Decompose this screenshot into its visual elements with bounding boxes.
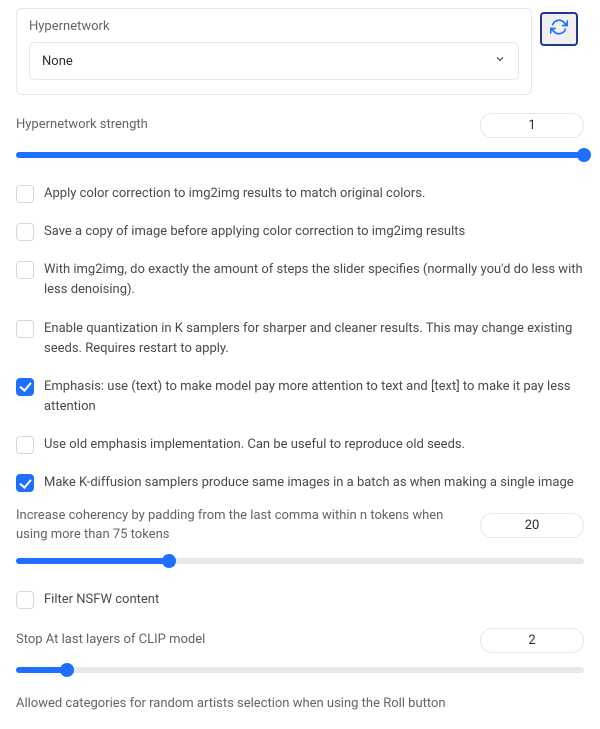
clip-stop-slider[interactable]	[16, 663, 584, 677]
slider-thumb[interactable]	[577, 148, 591, 162]
cb-save-copy[interactable]	[16, 223, 34, 241]
cb-color-correction[interactable]	[16, 185, 34, 203]
coherency-group: Increase coherency by padding from the l…	[16, 507, 584, 567]
cb-save-copy-row: Save a copy of image before applying col…	[16, 222, 584, 242]
slider-thumb[interactable]	[162, 554, 176, 568]
cb-exact-steps-label: With img2img, do exactly the amount of s…	[44, 260, 584, 300]
cb-quantization-label: Enable quantization in K samplers for sh…	[44, 319, 584, 359]
cb-batch-same-row: Make K-diffusion samplers produce same i…	[16, 473, 584, 493]
hypernetwork-card-wrap: Hypernetwork None	[16, 8, 532, 95]
cb-emphasis-label: Emphasis: use (text) to make model pay m…	[44, 377, 584, 417]
allowed-categories-label: Allowed categories for random artists se…	[16, 695, 584, 713]
cb-quantization[interactable]	[16, 320, 34, 338]
slider-rail	[16, 667, 584, 673]
cb-emphasis-row: Emphasis: use (text) to make model pay m…	[16, 377, 584, 417]
cb-nsfw[interactable]	[16, 591, 34, 609]
cb-emphasis[interactable]	[16, 378, 34, 396]
slider-thumb[interactable]	[60, 663, 74, 677]
coherency-slider[interactable]	[16, 554, 584, 568]
clip-stop-value-input[interactable]: 2	[480, 628, 584, 653]
cb-exact-steps[interactable]	[16, 261, 34, 279]
strength-label: Hypernetwork strength	[16, 116, 160, 134]
hypernetwork-card: Hypernetwork None	[16, 8, 532, 95]
strength-value-input[interactable]: 1	[480, 113, 584, 138]
cb-color-correction-label: Apply color correction to img2img result…	[44, 184, 425, 204]
coherency-label: Increase coherency by padding from the l…	[16, 507, 480, 543]
cb-color-correction-row: Apply color correction to img2img result…	[16, 184, 584, 204]
cb-old-emphasis-row: Use old emphasis implementation. Can be …	[16, 435, 584, 455]
coherency-value-input[interactable]: 20	[480, 513, 584, 538]
cb-old-emphasis-label: Use old emphasis implementation. Can be …	[44, 435, 465, 455]
cb-nsfw-row: Filter NSFW content	[16, 590, 584, 610]
clip-stop-group: Stop At last layers of CLIP model 2	[16, 628, 584, 677]
cb-quantization-row: Enable quantization in K samplers for sh…	[16, 319, 584, 359]
clip-stop-label: Stop At last layers of CLIP model	[16, 631, 217, 649]
refresh-icon	[550, 18, 568, 40]
slider-fill	[16, 152, 584, 158]
slider-fill	[16, 558, 169, 564]
slider-rail	[16, 152, 584, 158]
slider-rail	[16, 558, 584, 564]
strength-slider[interactable]	[16, 148, 584, 162]
chevron-down-icon	[494, 53, 506, 69]
cb-save-copy-label: Save a copy of image before applying col…	[44, 222, 465, 242]
cb-exact-steps-row: With img2img, do exactly the amount of s…	[16, 260, 584, 300]
cb-batch-same[interactable]	[16, 474, 34, 492]
hypernetwork-select[interactable]: None	[29, 42, 519, 80]
hypernetwork-label: Hypernetwork	[29, 19, 519, 34]
cb-nsfw-label: Filter NSFW content	[44, 590, 159, 610]
cb-batch-same-label: Make K-diffusion samplers produce same i…	[44, 473, 574, 493]
hypernetwork-strength-group: Hypernetwork strength 1	[16, 113, 584, 162]
refresh-button[interactable]	[540, 12, 578, 46]
settings-panel: Hypernetwork None Hypernetwork strength	[0, 0, 600, 729]
hypernetwork-selected-value: None	[42, 54, 73, 69]
cb-old-emphasis[interactable]	[16, 436, 34, 454]
